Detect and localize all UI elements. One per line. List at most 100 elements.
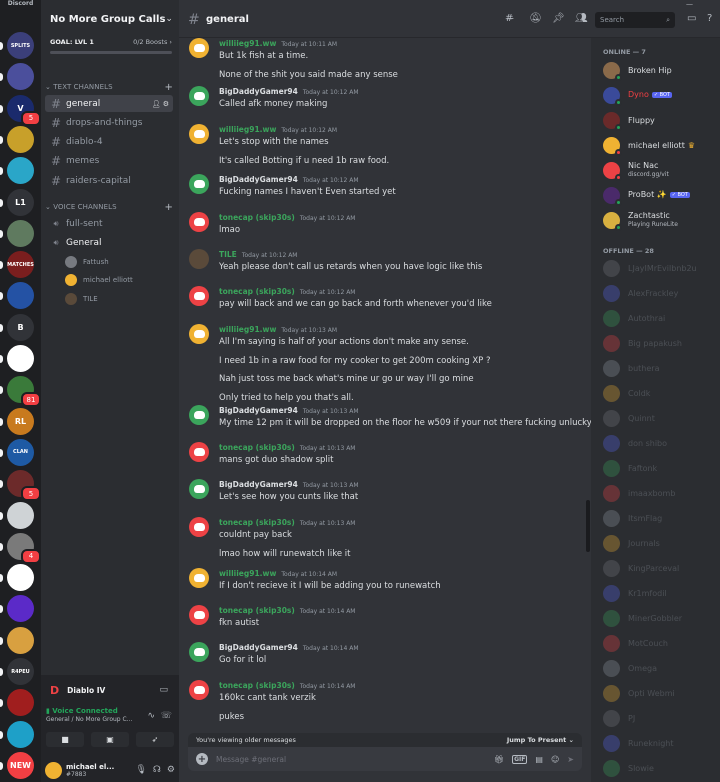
bell-muted-icon[interactable]: 🔕︎ [529, 13, 542, 24]
member-item-offline[interactable]: Omega [603, 657, 718, 679]
server-icon[interactable] [7, 125, 34, 153]
message-author[interactable]: tonecap (skip30s) [219, 213, 295, 222]
member-item-offline[interactable]: Kr1mfodil [603, 582, 718, 604]
voice-user[interactable]: michael elliott [65, 273, 133, 288]
channel-raiders-capital[interactable]: # raiders-capital [45, 172, 173, 189]
screen-share-icon[interactable]: ▭ [159, 685, 168, 695]
server-icon[interactable] [7, 63, 34, 91]
server-icon[interactable]: RL [7, 407, 34, 435]
gift-icon[interactable]: 🎁︎ [494, 755, 504, 764]
member-item-offline[interactable]: Big papakush [603, 332, 718, 354]
add-channel-icon[interactable]: + [165, 82, 173, 93]
disconnect-icon[interactable]: ☏ [161, 711, 172, 721]
invite-settings-icons[interactable]: 👤︎ ⚙ [152, 100, 169, 108]
member-item-offline[interactable]: ItsmFlag [603, 507, 718, 529]
member-item[interactable]: Nic Nac discord.gg/vit [603, 159, 718, 181]
member-item[interactable]: ProBot ✨ ✓ BOT [603, 184, 718, 206]
channel-drops-and-things[interactable]: # drops-and-things [45, 114, 173, 131]
message-author[interactable]: williieg91.ww [219, 569, 276, 578]
activity-card[interactable]: D Diablo IV ▭ [45, 679, 173, 701]
member-item-offline[interactable]: Quinnt [603, 407, 718, 429]
member-item-offline[interactable]: AlexFrackley [603, 282, 718, 304]
channel-diablo-4[interactable]: # diablo-4 [45, 134, 173, 151]
server-icon[interactable] [7, 157, 34, 185]
member-item-offline[interactable]: Slowie [603, 757, 718, 779]
gear-icon[interactable]: ⚙ [167, 765, 175, 775]
server-icon[interactable]: L1 [7, 188, 34, 216]
avatar[interactable] [189, 568, 209, 588]
search-input[interactable]: Search ⌕ [595, 12, 675, 28]
avatar[interactable] [189, 286, 209, 306]
server-icon[interactable] [7, 720, 34, 748]
message-author[interactable]: BigDaddyGamer94 [219, 175, 298, 184]
noise-suppression-icon[interactable]: ∿ [147, 711, 155, 721]
voice-channel-general[interactable]: 🔊︎ General [45, 234, 173, 251]
member-item-offline[interactable]: MinerGobbler [603, 607, 718, 629]
window-controls[interactable]: — [686, 0, 693, 8]
jump-to-present-button[interactable]: Jump To Present ⌄ [507, 736, 574, 744]
message-author[interactable]: williieg91.ww [219, 325, 276, 334]
server-icon[interactable]: B [7, 313, 34, 341]
microphone-icon[interactable]: 🎙︎ [135, 765, 146, 775]
inbox-icon[interactable]: ▭ [687, 13, 696, 24]
avatar[interactable] [189, 680, 209, 700]
member-item[interactable]: Broken Hip [603, 59, 718, 81]
message-author[interactable]: BigDaddyGamer94 [219, 643, 298, 652]
avatar[interactable] [45, 761, 62, 779]
channel-memes[interactable]: # memes [45, 153, 173, 170]
message-scrollbar[interactable] [586, 500, 590, 552]
member-item[interactable]: Dyno ✓ BOT [603, 84, 718, 106]
emoji-icon[interactable]: ☺ [551, 755, 559, 764]
boost-goal[interactable]: GOAL: LVL 1 0/2 Boosts › [50, 38, 172, 54]
member-item-offline[interactable]: KingParceval [603, 557, 718, 579]
avatar[interactable] [189, 324, 209, 344]
member-item-offline[interactable]: don shibo [603, 432, 718, 454]
server-icon[interactable]: CLAN [7, 438, 34, 466]
message-author[interactable]: BigDaddyGamer94 [219, 406, 298, 415]
server-icon[interactable]: MATCHES [7, 251, 34, 279]
voice-user[interactable]: Fattush [65, 254, 109, 269]
avatar[interactable] [189, 642, 209, 662]
server-icon[interactable]: R4PEU [7, 658, 34, 685]
server-icon[interactable]: NEW [7, 751, 34, 779]
add-channel-icon[interactable]: + [165, 202, 173, 213]
activity-button[interactable]: ➶ [136, 732, 174, 747]
members-icon[interactable]: 👥︎ [575, 13, 588, 24]
avatar[interactable] [189, 86, 209, 106]
message-author[interactable]: tonecap (skip30s) [219, 287, 295, 296]
member-item-offline[interactable]: MotCouch [603, 632, 718, 654]
member-item[interactable]: Fluppy [603, 109, 718, 131]
server-icon[interactable] [7, 626, 34, 654]
sticker-icon[interactable]: ▤ [535, 755, 543, 764]
member-item-offline[interactable]: buthera [603, 357, 718, 379]
member-item[interactable]: Zachtastic Playing RuneLite [603, 209, 718, 231]
pin-icon[interactable]: 📌︎ [552, 13, 565, 24]
avatar[interactable] [189, 405, 209, 425]
avatar[interactable] [189, 174, 209, 194]
server-icon[interactable] [7, 595, 34, 623]
avatar[interactable] [189, 605, 209, 625]
message-author[interactable]: TILE [219, 250, 237, 259]
guild-header[interactable]: No More Group Calls ⌄ [41, 8, 179, 30]
message-author[interactable]: williieg91.ww [219, 39, 276, 48]
voice-user[interactable]: TILE [65, 291, 98, 306]
avatar[interactable] [189, 124, 209, 144]
category-voice-channels[interactable]: ⌄ VOICE CHANNELS + [45, 201, 173, 213]
member-item-offline[interactable]: imaaxbomb [603, 482, 718, 504]
message-author[interactable]: BigDaddyGamer94 [219, 480, 298, 489]
headphones-icon[interactable]: ☊ [153, 765, 161, 775]
server-icon[interactable] [7, 689, 34, 717]
message-author[interactable]: tonecap (skip30s) [219, 681, 295, 690]
threads-icon[interactable]: #̶ [505, 13, 513, 24]
camera-button[interactable]: ■ [46, 732, 84, 747]
avatar[interactable] [189, 249, 209, 269]
message-author[interactable]: tonecap (skip30s) [219, 518, 295, 527]
avatar[interactable] [189, 517, 209, 537]
screen-share-button[interactable]: ▣ [91, 732, 129, 747]
message-composer[interactable]: + Message #general 🎁︎ GIF ▤ ☺ ➤ [188, 747, 582, 771]
send-icon[interactable]: ➤ [567, 755, 574, 764]
member-item-offline[interactable]: Coldk [603, 382, 718, 404]
server-icon[interactable] [7, 282, 34, 310]
avatar[interactable] [189, 212, 209, 232]
avatar[interactable] [189, 479, 209, 499]
